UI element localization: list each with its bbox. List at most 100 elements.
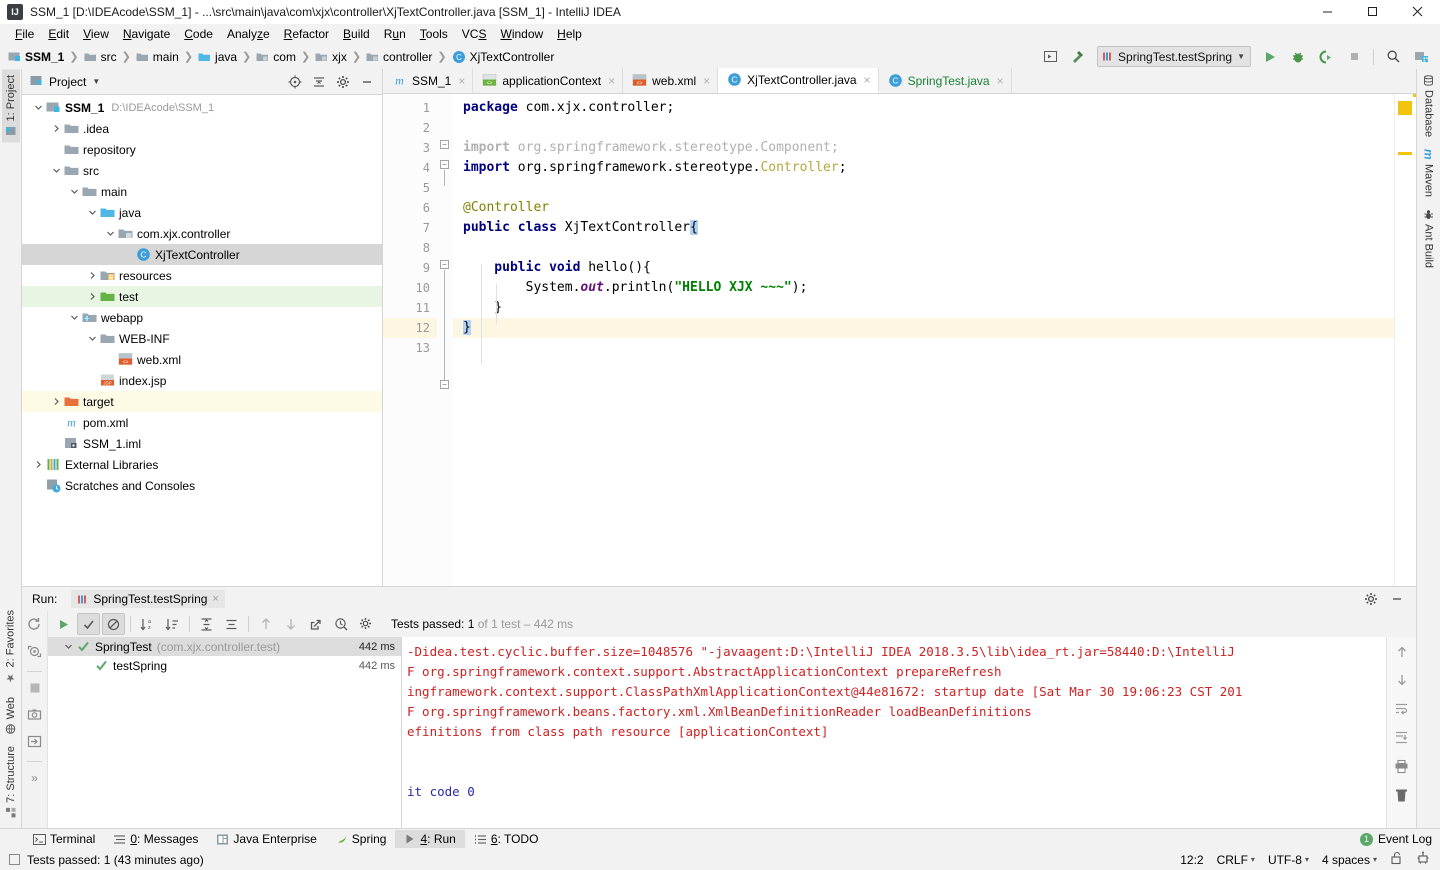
sort-by-duration-icon[interactable] (161, 613, 184, 635)
inspections-icon[interactable] (1416, 851, 1430, 868)
breadcrumb-controller[interactable]: controller (366, 50, 432, 64)
collapse-all-icon[interactable] (308, 71, 330, 93)
run-button-icon[interactable] (1257, 46, 1283, 68)
chevron-down-icon[interactable] (62, 642, 75, 651)
event-log-button[interactable]: 1 Event Log (1359, 832, 1440, 846)
sidebar-item-favorites[interactable]: ★ 2: Favorites (1, 604, 20, 690)
bottom-item-spring[interactable]: Spring (326, 830, 396, 848)
menu-vcs[interactable]: VCS (455, 25, 494, 43)
code-line[interactable]: package com.xjx.controller; (453, 98, 1394, 118)
soft-wrap-icon[interactable] (1394, 701, 1409, 719)
project-tree-item-ssm-1[interactable]: SSM_1 D:\IDEAcode\SSM_1 (22, 97, 382, 118)
prev-failed-icon[interactable] (254, 613, 277, 635)
code-line[interactable]: import org.springframework.stereotype.Co… (453, 158, 1394, 178)
sort-alphabetically-icon[interactable]: az (136, 613, 159, 635)
chevron-down-icon[interactable] (104, 229, 117, 238)
menu-tools[interactable]: Tools (413, 25, 455, 43)
editor-tab-xjtextcontroller-java[interactable]: C XjTextController.java × (718, 68, 879, 93)
close-icon[interactable]: × (212, 593, 218, 605)
test-tree-item-testspring[interactable]: testSpring 442 ms (48, 656, 401, 675)
line-number[interactable]: 10 (383, 278, 437, 298)
breadcrumb-ssm_1[interactable]: SSM_1 (8, 50, 64, 64)
line-number[interactable]: 6 (383, 198, 437, 218)
bottom-item-java-enterprise[interactable]: Java Enterprise (207, 830, 325, 848)
close-button[interactable] (1395, 0, 1440, 24)
chevron-right-icon[interactable] (32, 460, 45, 469)
next-failed-icon[interactable] (279, 613, 302, 635)
menu-navigate[interactable]: Navigate (116, 25, 177, 43)
line-number[interactable]: 8 (383, 238, 437, 258)
bottom-item-messages[interactable]: 0: Messages (104, 830, 207, 848)
project-tree-item-web-xml[interactable]: <> web.xml (22, 349, 382, 370)
code-line[interactable] (453, 178, 1394, 198)
menu-code[interactable]: Code (177, 25, 220, 43)
chevron-right-icon[interactable] (86, 271, 99, 280)
code-line[interactable]: System.out.println("HELLO XJX ~~~"); (453, 278, 1394, 298)
project-tree-item-external-libraries[interactable]: External Libraries (22, 454, 382, 475)
export-results-icon[interactable] (304, 613, 327, 635)
line-number[interactable]: 1 (383, 98, 437, 118)
line-number[interactable]: 7 (383, 218, 437, 238)
project-tree-item-ssm-1-iml[interactable]: SSM_1.iml (22, 433, 382, 454)
close-icon[interactable]: × (703, 74, 710, 88)
editor-tab-applicationcontext[interactable]: <> applicationContext × (473, 68, 624, 93)
menu-build[interactable]: Build (336, 25, 377, 43)
project-tree-item-src[interactable]: src (22, 160, 382, 181)
test-settings-icon[interactable] (354, 613, 377, 635)
chevron-down-icon[interactable] (86, 334, 99, 343)
line-number[interactable]: 3 (383, 138, 437, 158)
bottom-item-terminal[interactable]: Terminal (24, 830, 104, 848)
project-tree-item-target[interactable]: target (22, 391, 382, 412)
chevron-right-icon[interactable] (50, 397, 63, 406)
code-line[interactable] (453, 118, 1394, 138)
fold-marker-imports[interactable]: − (440, 140, 449, 149)
line-number[interactable]: 5 (383, 178, 437, 198)
code-line[interactable]: public class XjTextController{ (453, 218, 1394, 238)
sidebar-item-structure[interactable]: 7: Structure (2, 740, 20, 824)
breadcrumb-java[interactable]: java (198, 50, 237, 64)
print-icon[interactable] (1394, 759, 1409, 777)
code-line[interactable]: public void hello(){ (453, 258, 1394, 278)
project-tree-item-idea[interactable]: .idea (22, 118, 382, 139)
menu-file[interactable]: File (8, 25, 41, 43)
project-tree-item-main[interactable]: main (22, 181, 382, 202)
chevron-down-icon[interactable] (68, 313, 81, 322)
project-structure-icon[interactable] (1408, 46, 1434, 68)
editor-tab-ssm-1[interactable]: m SSM_1 × (383, 68, 474, 93)
menu-refactor[interactable]: Refactor (277, 25, 336, 43)
caret-position[interactable]: 12:2 (1180, 853, 1203, 867)
stop-icon[interactable] (28, 681, 42, 698)
scroll-down-icon[interactable] (1395, 673, 1409, 690)
breadcrumb-main[interactable]: main (136, 50, 179, 64)
code-line[interactable] (453, 338, 1394, 358)
chevron-right-icon[interactable] (50, 124, 63, 133)
project-tree-item-webapp[interactable]: webapp (22, 307, 382, 328)
restore-layout-icon[interactable] (27, 734, 42, 752)
line-number[interactable]: 9 (383, 258, 437, 278)
project-tree-item-web-inf[interactable]: WEB-INF (22, 328, 382, 349)
code-editor[interactable]: 1 2 3 4 5 6 7 8 9 10 11 12 13 − − − − package com.xj… (383, 94, 1416, 586)
console-output[interactable]: -Didea.test.cyclic.buffer.size=1048576 "… (402, 637, 1386, 828)
bottom-item-todo[interactable]: 6: TODO (465, 830, 548, 848)
breadcrumb-xjx[interactable]: xjx (315, 50, 347, 64)
breadcrumb-com[interactable]: com (256, 50, 296, 64)
scroll-from-source-icon[interactable] (284, 71, 306, 93)
run-configuration-selector[interactable]: SpringTest.testSpring ▼ (1097, 46, 1251, 67)
rerun-icon[interactable] (27, 617, 42, 635)
rerun-failed-tests-icon[interactable] (27, 644, 42, 662)
close-icon[interactable]: × (458, 74, 465, 88)
expand-all-icon[interactable] (195, 613, 218, 635)
project-tree-item-repository[interactable]: repository (22, 139, 382, 160)
project-tree-item-test[interactable]: test (22, 286, 382, 307)
menu-analyze[interactable]: Analyze (220, 25, 277, 43)
minimize-button[interactable] (1305, 0, 1350, 24)
project-tree-item-xjtextcontroller[interactable]: C XjTextController (22, 244, 382, 265)
menu-view[interactable]: View (76, 25, 116, 43)
build-hammer-icon[interactable] (1065, 46, 1091, 68)
close-icon[interactable]: × (608, 74, 615, 88)
line-number[interactable]: 13 (383, 338, 437, 358)
code-line[interactable] (453, 238, 1394, 258)
show-passed-icon[interactable] (77, 613, 100, 635)
encoding-widget[interactable]: UTF-8 ▾ (1268, 853, 1309, 867)
code-content[interactable]: package com.xjx.controller; import org.s… (453, 94, 1394, 586)
